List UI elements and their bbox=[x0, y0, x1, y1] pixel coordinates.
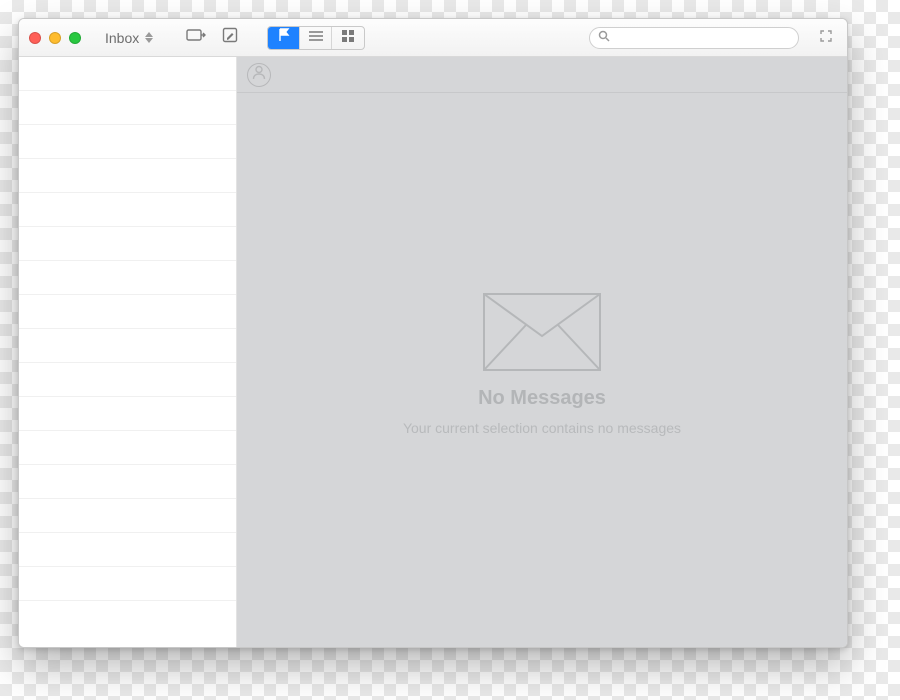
compose-icon bbox=[222, 27, 238, 48]
list-item[interactable] bbox=[19, 329, 236, 363]
mailbox-label: Inbox bbox=[105, 30, 139, 46]
view-list-button[interactable] bbox=[300, 27, 332, 49]
list-item[interactable] bbox=[19, 227, 236, 261]
search-input[interactable] bbox=[610, 31, 790, 45]
list-item[interactable] bbox=[19, 91, 236, 125]
list-item[interactable] bbox=[19, 261, 236, 295]
window-controls bbox=[29, 32, 81, 44]
list-item[interactable] bbox=[19, 57, 236, 91]
list-item[interactable] bbox=[19, 193, 236, 227]
close-icon[interactable] bbox=[29, 32, 41, 44]
toolbar-actions bbox=[179, 26, 247, 50]
person-icon bbox=[251, 64, 267, 85]
receive-mail-button[interactable] bbox=[179, 26, 213, 50]
envelope-icon bbox=[482, 292, 602, 377]
titlebar: Inbox bbox=[19, 19, 847, 57]
view-grid-button[interactable] bbox=[332, 27, 364, 49]
view-flag-button[interactable] bbox=[268, 27, 300, 49]
window-body: No Messages Your current selection conta… bbox=[19, 57, 847, 647]
search-field[interactable] bbox=[589, 27, 799, 49]
grid-view-icon bbox=[342, 29, 354, 47]
flag-icon bbox=[277, 28, 291, 47]
list-item[interactable] bbox=[19, 295, 236, 329]
list-item[interactable] bbox=[19, 363, 236, 397]
list-item[interactable] bbox=[19, 499, 236, 533]
message-list-sidebar bbox=[19, 57, 237, 647]
empty-subtitle: Your current selection contains no messa… bbox=[403, 420, 681, 436]
mail-window: Inbox bbox=[18, 18, 848, 648]
list-item[interactable] bbox=[19, 397, 236, 431]
list-item[interactable] bbox=[19, 533, 236, 567]
list-item[interactable] bbox=[19, 431, 236, 465]
fullscreen-button[interactable] bbox=[815, 29, 837, 47]
fullscreen-icon bbox=[820, 29, 832, 47]
avatar bbox=[247, 63, 271, 87]
message-content-pane: No Messages Your current selection conta… bbox=[237, 57, 847, 647]
list-item[interactable] bbox=[19, 567, 236, 601]
list-item[interactable] bbox=[19, 125, 236, 159]
stepper-icon bbox=[145, 30, 153, 46]
list-item[interactable] bbox=[19, 159, 236, 193]
empty-state: No Messages Your current selection conta… bbox=[237, 87, 847, 641]
empty-title: No Messages bbox=[478, 387, 606, 410]
mailbox-selector[interactable]: Inbox bbox=[97, 26, 161, 50]
search-icon bbox=[598, 29, 610, 47]
minimize-icon[interactable] bbox=[49, 32, 61, 44]
compose-button[interactable] bbox=[213, 26, 247, 50]
view-mode-segmented bbox=[267, 26, 365, 50]
zoom-icon[interactable] bbox=[69, 32, 81, 44]
list-view-icon bbox=[309, 29, 323, 47]
list-item[interactable] bbox=[19, 465, 236, 499]
receive-mail-icon bbox=[186, 28, 206, 47]
